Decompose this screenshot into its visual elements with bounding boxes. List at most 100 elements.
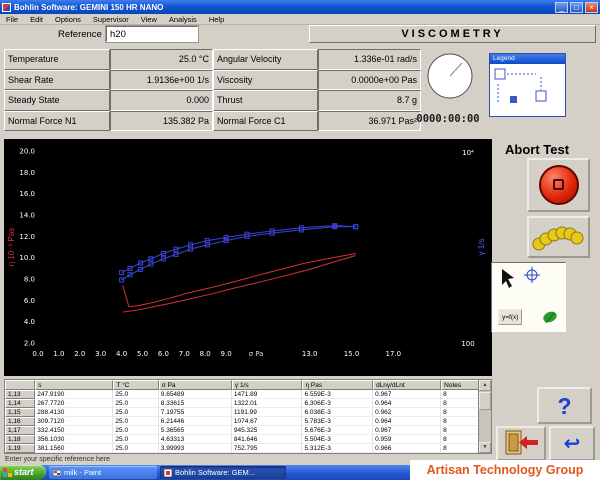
table-cell: 5.36565 [158, 426, 232, 435]
y-tick-label: 20.0 [19, 148, 35, 156]
table-cell: 0.959 [373, 435, 442, 444]
series-shear-rate-down [122, 255, 356, 313]
reading-value: 25.0 °C [110, 49, 213, 70]
table-cell: 0.967 [373, 426, 442, 435]
column-header[interactable] [5, 380, 36, 390]
menu-analysis[interactable]: Analysis [163, 15, 203, 24]
table-cell: 6.559E-3 [302, 390, 374, 399]
y-tick-label: 18.0 [19, 169, 35, 177]
table-cell: 1,19 [5, 444, 36, 453]
table-row[interactable]: 1,18 356.1030 25.0 4.63313 841.646 5.504E-3 0.… [5, 435, 479, 444]
back-button[interactable]: ↩ [549, 426, 595, 461]
task-paint[interactable]: milk - Paint [49, 466, 157, 479]
mode-title: VISCOMETRY [309, 25, 596, 43]
table-row[interactable]: 1,13 247.9190 25.0 9.65489 1471.89 6.559E-3 0.… [5, 390, 479, 399]
table-cell: 356.1030 [35, 435, 114, 444]
reference-input[interactable] [105, 25, 199, 43]
table-row[interactable]: 1,19 381.1560 25.0 3.99993 752.795 5.312E-3 0.… [5, 444, 479, 453]
table-cell: 945.325 [231, 426, 303, 435]
table-cell: 6.21446 [158, 417, 232, 426]
menu-options[interactable]: Options [49, 15, 87, 24]
legend-window[interactable]: Legend [489, 53, 566, 117]
table-cell: 8 [441, 435, 479, 444]
table-cell: 8 [441, 390, 479, 399]
table-cell: 0.964 [373, 399, 442, 408]
table-row[interactable]: 1,14 267.7720 25.0 8.33615 1322.01 6.306E-3 0.… [5, 399, 479, 408]
column-header[interactable]: σ Pa [158, 380, 232, 390]
reading-label: Steady State [4, 90, 110, 111]
minimize-button[interactable]: _ [555, 1, 568, 13]
table-scrollbar[interactable]: ▲ ▼ [478, 380, 491, 453]
table-cell: 4.63313 [158, 435, 232, 444]
status-bar: Enter your specific reference here [5, 456, 111, 463]
x-tick-label: 5.0 [137, 350, 148, 358]
menu-edit[interactable]: Edit [24, 15, 49, 24]
y-tick-label: 14.0 [19, 212, 35, 220]
y-tick-label: 10.0 [19, 254, 35, 262]
table-cell: 7.19755 [158, 408, 232, 417]
menu-help[interactable]: Help [203, 15, 230, 24]
titlebar: Bohlin Software: GEMINI 150 HR NANO _ □ … [0, 0, 600, 14]
readings-panel: Temperature 25.0 °C Angular Velocity 1.336e… [4, 49, 421, 131]
abort-button[interactable] [527, 158, 590, 212]
table-cell: 5.676E-3 [302, 426, 374, 435]
table-cell: 8 [441, 417, 479, 426]
table-row[interactable]: 1,15 288.4130 25.0 7.19755 1191.99 6.038E-3 0.… [5, 408, 479, 417]
table-cell: 381.1560 [35, 444, 114, 453]
exit-button[interactable] [496, 426, 546, 461]
table-cell: 752.795 [231, 444, 303, 453]
table-cell: 1,18 [5, 435, 36, 444]
maximize-button[interactable]: □ [570, 1, 583, 13]
reading-label: Normal Force N1 [4, 110, 110, 131]
table-cell: 25.0 [113, 408, 159, 417]
column-header[interactable]: Notes [441, 380, 479, 390]
fx-button[interactable]: y=f(x) [498, 309, 523, 325]
menubar: File Edit Options Supervisor View Analysis Hel… [0, 14, 600, 25]
cursor-target-icon [502, 267, 540, 288]
table-cell: 6.038E-3 [302, 408, 374, 417]
help-button[interactable]: ? [537, 387, 592, 424]
clock-face-icon [427, 53, 473, 99]
table-cell: 5.312E-3 [302, 444, 374, 453]
table-cell: 25.0 [113, 399, 159, 408]
scroll-down-icon[interactable]: ▼ [479, 442, 491, 453]
x-tick-label: 9.0 [221, 350, 232, 358]
table-row[interactable]: 1,17 332.4150 25.0 5.36565 945.325 5.676E-3 0.… [5, 426, 479, 435]
table-cell: 0.964 [373, 417, 442, 426]
clock [424, 52, 476, 105]
table-cell: 267.7720 [35, 399, 114, 408]
start-button[interactable]: start [0, 465, 46, 480]
scroll-up-icon[interactable]: ▲ [479, 380, 491, 391]
table-cell: 0.962 [373, 408, 442, 417]
column-header[interactable]: dLnγ/dLnt [373, 380, 442, 390]
menu-supervisor[interactable]: Supervisor [87, 15, 135, 24]
x-tick-label: 2.0 [74, 350, 85, 358]
menu-view[interactable]: View [135, 15, 163, 24]
table-cell: 288.4130 [35, 408, 114, 417]
scrollbar-thumb[interactable] [479, 392, 491, 410]
screen: Bohlin Software: GEMINI 150 HR NANO _ □ … [0, 0, 600, 480]
left-axis-title: η 10⁻³ Pas [7, 228, 16, 266]
windows-flag-icon [3, 468, 12, 477]
table-row[interactable]: 1,16 309.7120 25.0 6.21446 1074.67 5.783E-3 0.… [5, 417, 479, 426]
reading-value: 8.7 g [318, 90, 421, 111]
task-bohlin[interactable]: Bohlin Software: GEM... [160, 466, 286, 479]
column-header[interactable]: γ̇ 1/s [231, 380, 303, 390]
table-cell: 25.0 [113, 426, 159, 435]
reading-value: 135.382 Pa [110, 110, 213, 131]
close-button[interactable]: × [585, 1, 598, 13]
equilibrium-button[interactable] [527, 216, 590, 258]
table-cell: 8 [441, 426, 479, 435]
menu-file[interactable]: File [0, 15, 24, 24]
table-cell: 309.7120 [35, 417, 114, 426]
paint-icon [53, 469, 61, 476]
table-cell: 1074.67 [231, 417, 303, 426]
table-cell: 5.783E-3 [302, 417, 374, 426]
column-header[interactable]: η Pas [302, 380, 374, 390]
window-title: Bohlin Software: GEMINI 150 HR NANO [14, 2, 164, 12]
table-cell: 25.0 [113, 435, 159, 444]
legend-preview [490, 64, 565, 116]
column-header[interactable]: T °C [113, 380, 159, 390]
table-cell: 1,15 [5, 408, 36, 417]
column-header[interactable]: s [35, 380, 114, 390]
